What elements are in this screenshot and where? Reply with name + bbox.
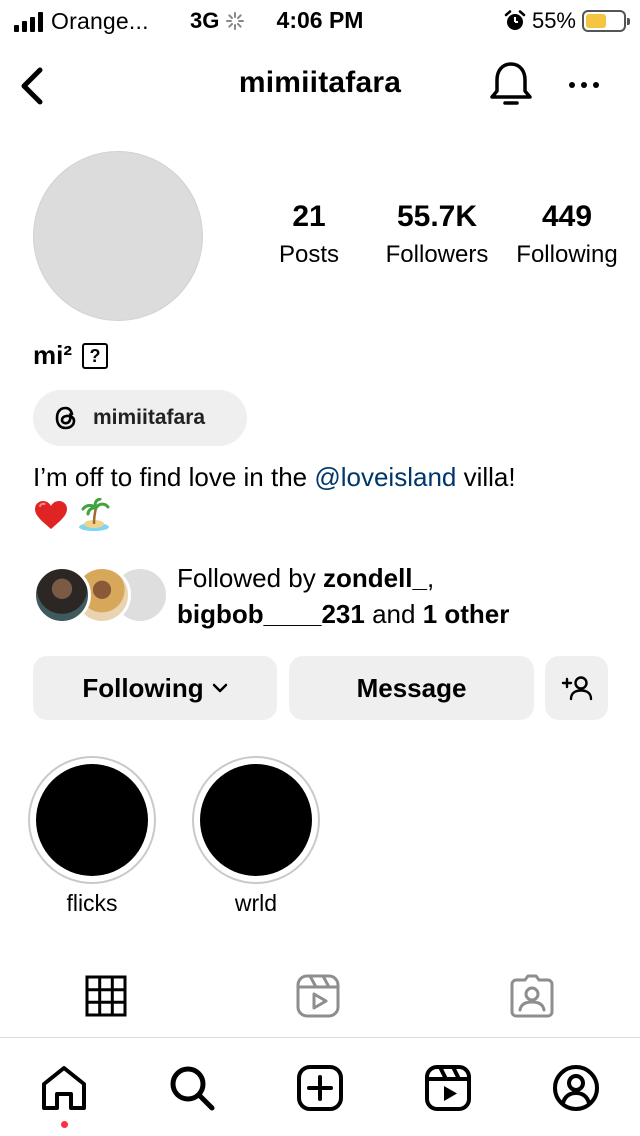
story-highlights: flicks wrld <box>28 756 628 926</box>
threads-icon <box>55 406 76 430</box>
profile-header: mimiitafara <box>0 56 640 112</box>
bio-suffix: villa! <box>456 462 516 492</box>
highlight-cover <box>36 764 148 876</box>
highlight-ring <box>28 756 156 884</box>
tab-reels[interactable] <box>288 964 348 1028</box>
battery-percent: 55% <box>531 8 576 33</box>
content-tabs <box>0 964 640 1034</box>
unsupported-glyph-box: ? <box>82 342 108 369</box>
threads-handle: mimiitafara <box>93 406 206 429</box>
highlight-label: flicks <box>66 890 118 916</box>
followed-by-separator: , <box>426 563 435 593</box>
page-title: mimiitafara <box>238 66 402 99</box>
nav-search[interactable] <box>164 1060 220 1116</box>
bio-line: I’m off to find love in the @loveisland … <box>33 460 623 494</box>
add-user-button[interactable] <box>545 656 608 720</box>
tagged-icon <box>510 974 554 1018</box>
followed-by-user[interactable]: zondell_ <box>323 563 427 593</box>
profile-actions: Following Message <box>33 656 608 720</box>
profile-avatar[interactable] <box>33 151 203 321</box>
following-stat[interactable]: 449 Following <box>508 198 626 274</box>
posts-count: 21 <box>292 200 326 233</box>
display-name-text: mi² <box>33 340 72 370</box>
followed-by-user[interactable]: bigbob____231 <box>177 599 365 629</box>
grid-icon <box>85 975 127 1017</box>
display-name: mi² ? <box>33 340 108 371</box>
reels-icon <box>296 974 340 1018</box>
threads-badge[interactable]: mimiitafara <box>33 390 247 446</box>
more-horizontal-icon[interactable] <box>566 70 602 100</box>
heart-emoji-icon <box>35 501 67 529</box>
bio-mention-link[interactable]: @loveisland <box>314 462 456 492</box>
create-icon <box>297 1065 343 1111</box>
reels-icon <box>425 1065 471 1111</box>
add-user-icon <box>561 676 592 701</box>
posts-label: Posts <box>278 241 340 268</box>
followed-by-other[interactable]: 1 other <box>423 599 510 629</box>
island-emoji-icon <box>79 498 110 531</box>
bio: I’m off to find love in the @loveisland … <box>33 460 623 532</box>
bio-emoji-row <box>33 498 623 532</box>
nav-reels[interactable] <box>420 1060 476 1116</box>
posts-stat[interactable]: 21 Posts <box>268 198 350 274</box>
following-count: 449 <box>541 200 593 233</box>
tab-tagged[interactable] <box>502 964 562 1028</box>
alarm-icon <box>504 10 526 30</box>
message-button[interactable]: Message <box>289 656 534 720</box>
following-button[interactable]: Following <box>33 656 277 720</box>
battery-level-fill <box>586 14 606 28</box>
profile-icon <box>553 1065 599 1111</box>
mutual-followers-avatars <box>33 566 169 624</box>
chevron-down-icon <box>212 683 227 693</box>
message-button-label: Message <box>356 672 467 703</box>
home-notification-dot <box>61 1121 68 1128</box>
following-label: Following <box>516 241 618 268</box>
bottom-navigation <box>0 1037 640 1136</box>
nav-create[interactable] <box>292 1060 348 1116</box>
followed-by-text: Followed by zondell_, bigbob____231 and … <box>177 560 509 632</box>
followed-by-and: and <box>364 599 423 629</box>
search-icon <box>170 1066 215 1111</box>
battery-icon <box>582 10 630 32</box>
highlight-ring <box>192 756 320 884</box>
followers-count: 55.7K <box>396 200 478 233</box>
bell-icon[interactable] <box>487 59 535 109</box>
battery-info: 55% <box>504 8 630 34</box>
home-icon <box>42 1066 86 1110</box>
followed-by-prefix: Followed by <box>177 563 323 593</box>
followers-label: Followers <box>385 241 489 268</box>
tab-posts-grid[interactable] <box>76 964 136 1028</box>
nav-home[interactable] <box>36 1060 92 1116</box>
following-button-label: Following <box>82 672 204 703</box>
followers-stat[interactable]: 55.7K Followers <box>378 198 496 274</box>
avatar <box>33 566 91 624</box>
highlight-item[interactable]: wrld <box>192 756 320 917</box>
highlight-item[interactable]: flicks <box>28 756 156 917</box>
highlight-cover <box>200 764 312 876</box>
highlight-label: wrld <box>234 890 278 916</box>
followed-by[interactable]: Followed by zondell_, bigbob____231 and … <box>33 560 633 630</box>
status-bar: Orange... 3G 4:06 PM 55% <box>0 0 640 40</box>
nav-profile[interactable] <box>548 1060 604 1116</box>
bio-prefix: I’m off to find love in the <box>33 462 315 492</box>
